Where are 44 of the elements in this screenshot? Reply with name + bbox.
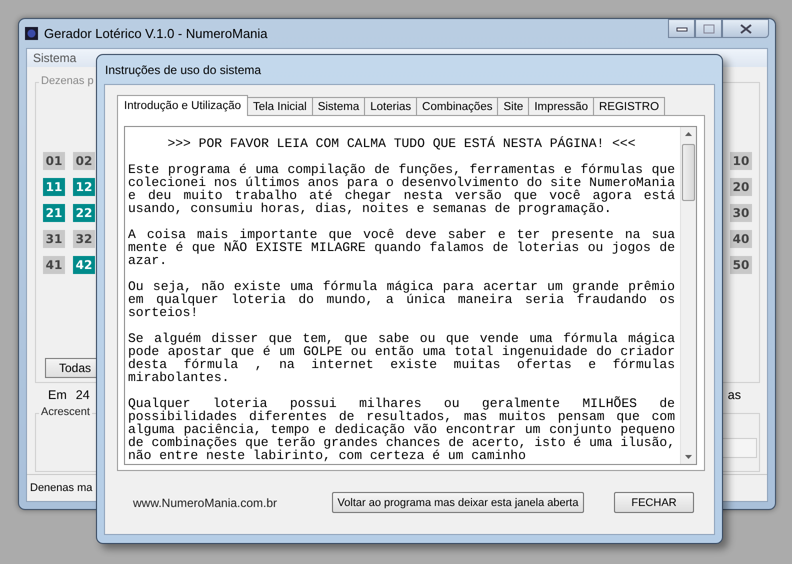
number-cell[interactable]: 50 xyxy=(730,256,752,274)
scrollbar-thumb[interactable] xyxy=(682,144,695,201)
number-cell[interactable]: 21 xyxy=(43,204,65,222)
menu-item[interactable]: Sistema xyxy=(33,51,76,65)
number-cell[interactable]: 32 xyxy=(73,230,95,248)
number-cell[interactable]: 10 xyxy=(730,152,752,170)
paragraph: Qualquer loteria possui milhares ou geralmente MILHÕES de possibilidades diferentes de resultados, mas muitos pensam que com alguma paciência, tempo e dedicação vão encontrar um conjunto pequeno de combinações que terão grandes chances de acerto, isto é uma ilusão, não entre neste labirinto, com certeza é um caminho xyxy=(128,397,675,462)
paragraph: Se alguém disser que tem, que sabe ou que vende uma fórmula mágica pode apostar que é um GOLPE ou então uma total ingenuidade do criador desta fórmula , na internet existe muitas ofertas e fórmulas mirabolantes. xyxy=(128,332,675,384)
info-label: Em xyxy=(48,388,67,402)
info-label: as xyxy=(728,388,741,402)
minimize-button[interactable] xyxy=(668,19,695,38)
paragraph: A coisa mais importante que você deve saber e ter presente na sua mente é que NÃO EXISTE MILAGRE quando falamos de loterias ou jogos de azar. xyxy=(128,228,675,267)
number-cell[interactable]: 01 xyxy=(43,152,65,170)
maximize-icon xyxy=(702,24,714,34)
app-icon xyxy=(25,27,38,40)
tab[interactable]: Introdução e Utilização xyxy=(117,95,248,116)
group-legend: Acrescent xyxy=(39,406,92,418)
number-cell[interactable]: 20 xyxy=(730,178,752,196)
info-value: 24 xyxy=(76,388,90,402)
group-legend: Dezenas p xyxy=(39,75,96,87)
heading-text: >>> POR FAVOR LEIA COM CALMA TUDO QUE ESTÁ NESTA PÁGINA! <<< xyxy=(166,137,637,150)
number-cell[interactable]: 11 xyxy=(43,178,65,196)
number-cell[interactable]: 42 xyxy=(73,256,95,274)
number-cell[interactable]: 22 xyxy=(73,204,95,222)
paragraph: Ou seja, não existe uma fórmula mágica para acertar um grande prêmio em qualquer loteria do mundo, a única maneira seria fraudando os sorteios! xyxy=(128,280,675,319)
window-title: Gerador Lotérico V.1.0 - NumeroMania xyxy=(44,26,268,41)
tab[interactable]: REGISTRO xyxy=(593,97,666,115)
number-cell[interactable]: 02 xyxy=(73,152,95,170)
close-button[interactable]: FECHAR xyxy=(614,492,694,513)
close-icon xyxy=(738,24,752,34)
text-area[interactable] xyxy=(124,126,697,465)
number-cell[interactable]: 31 xyxy=(43,230,65,248)
number-cell[interactable]: 40 xyxy=(730,230,752,248)
dialog-title: Instruções de uso do sistema xyxy=(105,62,262,76)
minimize-icon xyxy=(676,26,688,32)
scrollbar[interactable] xyxy=(680,127,696,464)
close-button[interactable] xyxy=(722,19,769,38)
number-cell[interactable]: 12 xyxy=(73,178,95,196)
number-cell[interactable]: 30 xyxy=(730,204,752,222)
return-button[interactable]: Voltar ao programa mas deixar esta janela aberta xyxy=(332,492,584,513)
paragraph: Este programa é uma compilação de funções, ferramentas e fórmulas que colecionei nos últimos anos para o desenvolvimento do site NumeroMania e deu muito trabalho até chegar nesta versão que você agora está usando, consumiu horas, dias, noites e semanas de programação. xyxy=(128,163,675,215)
tab[interactable]: Impressão xyxy=(528,97,594,115)
number-cell[interactable]: 41 xyxy=(43,256,65,274)
tab[interactable]: Combinações xyxy=(416,97,498,115)
